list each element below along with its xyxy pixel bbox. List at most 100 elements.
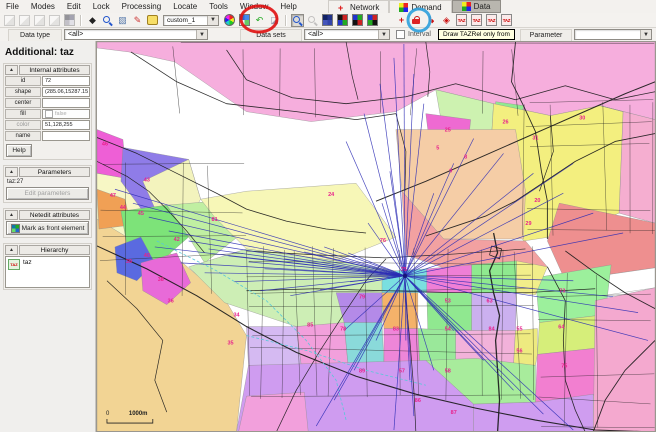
undo-icon: ↶: [256, 16, 264, 25]
data-sets-select[interactable]: <all>▼: [304, 29, 390, 40]
interval-toggle[interactable]: Interval: [396, 29, 431, 40]
attribute-value-color[interactable]: 51,128,255: [42, 120, 90, 130]
menu-item-lock[interactable]: Lock: [87, 2, 116, 11]
zoom-mode-icon[interactable]: [291, 14, 304, 27]
attribute-value-fill[interactable]: false: [42, 109, 90, 119]
taz-edit-icon[interactable]: TAZ: [455, 14, 468, 27]
attribute-value-center[interactable]: [42, 98, 90, 108]
new-file-icon[interactable]: [3, 14, 16, 27]
zone-label-83: 83: [393, 327, 399, 333]
lock-taz-icon[interactable]: [410, 14, 423, 27]
attribute-value-shape[interactable]: (285.06,15287.15: [42, 87, 90, 97]
menu-item-tools[interactable]: Tools: [203, 2, 234, 11]
collapse-button[interactable]: ▲: [5, 167, 18, 177]
color-wheel-icon[interactable]: [223, 14, 236, 27]
fill-checkbox[interactable]: [45, 110, 53, 118]
attribute-label-id[interactable]: id: [5, 76, 41, 86]
note-icon[interactable]: [146, 14, 159, 27]
attribute-row-fill: fillfalse: [5, 109, 90, 119]
save-file-icon[interactable]: [33, 14, 46, 27]
collapse-button[interactable]: ▲: [5, 65, 18, 75]
edit-icon: ✎: [134, 16, 142, 25]
zone-label-8: 8: [464, 154, 467, 160]
tab-data[interactable]: Data: [452, 0, 501, 13]
netedit-attributes-panel: ▲ Netedit attributes Mark as front eleme…: [3, 208, 92, 238]
zoom-out-icon[interactable]: [306, 14, 319, 27]
menu-item-locate[interactable]: Locate: [167, 2, 203, 11]
zone-label-5: 5: [436, 145, 439, 151]
map-svg: 4643474445404239383634358581242526313085…: [97, 42, 655, 431]
edit-icon[interactable]: ✎: [131, 14, 144, 27]
menu-item-edit[interactable]: Edit: [61, 2, 87, 11]
menu-item-window[interactable]: Window: [234, 2, 274, 11]
netedit-attributes-header[interactable]: Netedit attributes: [19, 210, 90, 220]
chevron-down-icon[interactable]: ▼: [196, 30, 207, 39]
open-file-icon[interactable]: [18, 14, 31, 27]
hierarchy-item-taz[interactable]: taz: [23, 259, 32, 266]
mark-as-front-element-button[interactable]: Mark as front element: [6, 221, 89, 235]
zone-label-38: 38: [158, 277, 164, 283]
menu-item-processing[interactable]: Processing: [116, 2, 168, 11]
chevron-down-icon[interactable]: ▼: [207, 16, 218, 25]
save-as-icon[interactable]: [48, 14, 61, 27]
collapse-button[interactable]: ▲: [5, 245, 18, 255]
pan-icon[interactable]: ◆: [86, 14, 99, 27]
matrix-icon-2[interactable]: [351, 14, 364, 27]
filter-bar: Data type <all>▼ Data sets <all>▼ Interv…: [0, 28, 656, 42]
attribute-label-fill[interactable]: fill: [5, 109, 41, 119]
attribute-value-name[interactable]: [42, 131, 90, 141]
edit-parameters-button[interactable]: Edit parameters: [6, 187, 89, 200]
parameter-select[interactable]: ▼: [574, 29, 652, 40]
attribute-label-name[interactable]: name: [5, 131, 41, 141]
matrix-icon-3[interactable]: [366, 14, 379, 27]
attribute-label-color[interactable]: color: [5, 120, 41, 130]
flow-bundle-icon[interactable]: [321, 14, 334, 27]
help-button[interactable]: Help: [6, 144, 32, 157]
mark-as-front-element-label: Mark as front element: [22, 225, 85, 232]
image-icon[interactable]: [238, 14, 251, 27]
menu-item-modes[interactable]: Modes: [25, 2, 61, 11]
attribute-label-center[interactable]: center: [5, 98, 41, 108]
taz-rel-mode-icon[interactable]: TAZ: [500, 14, 513, 27]
zone-label-58: 58: [445, 368, 451, 374]
zoom-icon[interactable]: [101, 14, 114, 27]
attribute-label-shape[interactable]: shape: [5, 87, 41, 97]
undo-icon[interactable]: ↶: [253, 14, 266, 27]
taz-rel-icon[interactable]: TAZ: [485, 14, 498, 27]
print-icon: [64, 14, 75, 26]
collapse-button[interactable]: ▲: [5, 210, 18, 220]
map-canvas[interactable]: 4643474445404239383634358581242526313085…: [96, 41, 656, 432]
find-taz-icon[interactable]: ◈: [440, 14, 453, 27]
tooltip: Draw TAZRel only from: [438, 29, 515, 40]
hierarchy-header[interactable]: Hierarchy: [19, 245, 90, 255]
data-type-select[interactable]: <all>▼: [64, 29, 208, 40]
zone-label-56: 56: [516, 348, 522, 354]
select-icon[interactable]: ▧: [116, 14, 129, 27]
chevron-down-icon[interactable]: ▼: [640, 30, 651, 39]
attribute-value-id[interactable]: 72: [42, 76, 90, 86]
matrix-icon-1[interactable]: [336, 14, 349, 27]
select-icon: ▧: [118, 16, 127, 25]
print-icon[interactable]: [63, 14, 76, 27]
tab-label: Demand: [411, 3, 441, 12]
tab-network[interactable]: +Network: [328, 0, 389, 13]
add-taz-icon[interactable]: +: [395, 14, 408, 27]
chevron-down-icon[interactable]: ▼: [378, 30, 389, 39]
interval-checkbox[interactable]: [396, 30, 405, 39]
erase-icon[interactable]: ◪: [268, 14, 281, 27]
menu-item-file[interactable]: File: [0, 2, 25, 11]
tab-demand[interactable]: Demand: [389, 0, 451, 13]
internal-attributes-header[interactable]: Internal attributes: [19, 65, 90, 75]
zone-label-81: 81: [212, 217, 218, 223]
attribute-row-id: id72: [5, 76, 90, 86]
menu-item-help[interactable]: Help: [274, 2, 302, 11]
save-file-icon: [34, 15, 45, 26]
taz-del-icon[interactable]: TAZ: [470, 14, 483, 27]
custom-layout-select[interactable]: custom_1▼: [163, 15, 219, 26]
zone-label-46: 46: [102, 141, 108, 147]
zone-label-45: 45: [138, 211, 144, 217]
parameters-header[interactable]: Parameters: [19, 167, 90, 177]
matrix-icon-2: [352, 14, 363, 26]
zone-label-43: 43: [144, 177, 150, 183]
move-taz-icon[interactable]: ↳: [425, 14, 438, 27]
